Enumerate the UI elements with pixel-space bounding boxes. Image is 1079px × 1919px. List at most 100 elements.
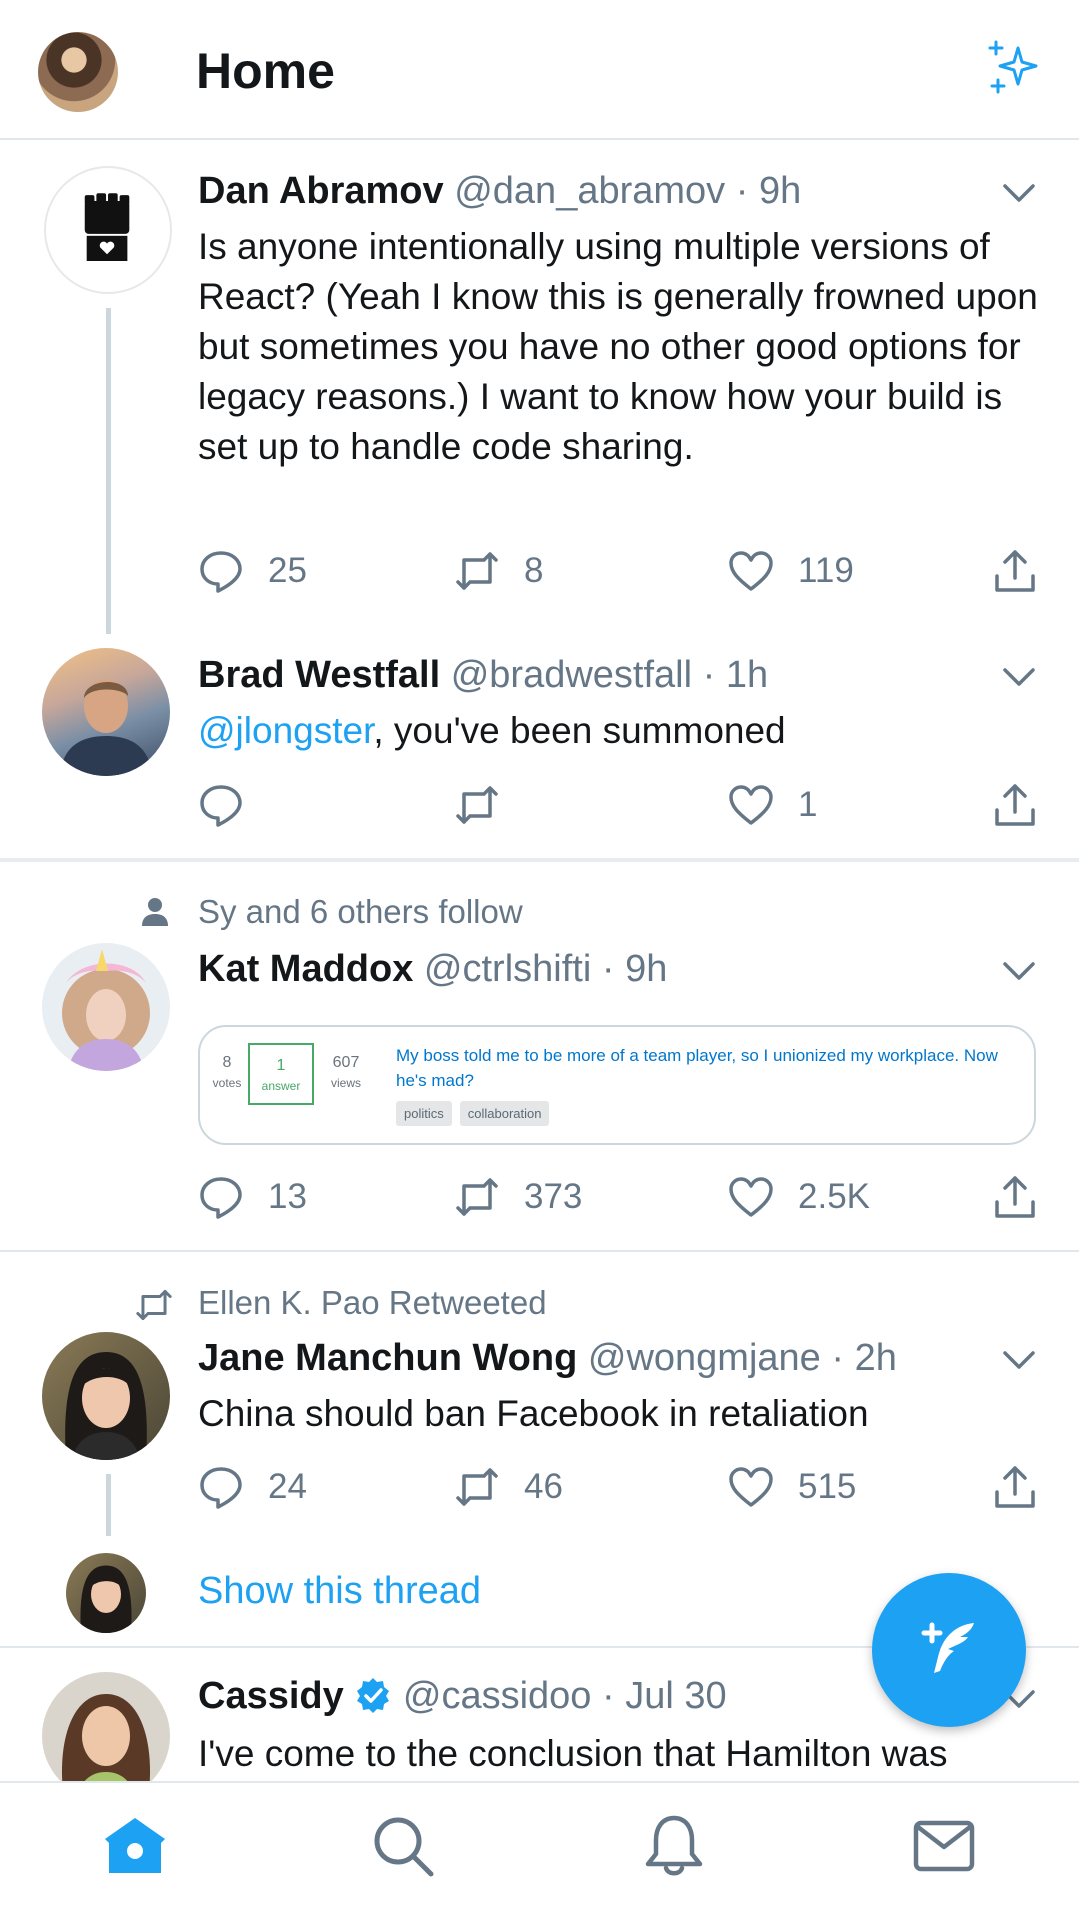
retweet-count: 8: [524, 551, 544, 590]
nav-notifications[interactable]: [637, 1809, 711, 1883]
tweet-text: I've come to the conclusion that Hamilto…: [198, 1733, 948, 1774]
like-count: 2.5K: [798, 1177, 870, 1216]
tweet-header: Jane Manchun Wong @wongmjane · 2h: [198, 1337, 897, 1379]
chevron-down-icon[interactable]: [1002, 960, 1036, 982]
share-button[interactable]: [992, 1172, 1038, 1222]
handle[interactable]: @dan_abramov: [454, 170, 725, 212]
timestamp[interactable]: 9h: [625, 948, 667, 990]
retweet-count: 373: [524, 1177, 583, 1216]
display-name[interactable]: Jane Manchun Wong: [198, 1337, 577, 1379]
tag-list: politics collaboration: [396, 1101, 550, 1126]
heart-icon: [729, 1177, 773, 1217]
like-button[interactable]: 515: [728, 1462, 856, 1512]
compose-feather-icon: [921, 1622, 974, 1673]
retweet-button[interactable]: 46: [454, 1462, 563, 1512]
reply-count: 13: [268, 1177, 307, 1216]
retweet-icon: [456, 1178, 498, 1216]
top-bar: Home: [0, 0, 1079, 140]
nav-messages[interactable]: [907, 1809, 981, 1883]
view-count: 607 views: [330, 1054, 361, 1090]
share-button[interactable]: [992, 546, 1038, 596]
reply-count: 25: [268, 551, 307, 590]
vote-count: 8 votes: [212, 1054, 242, 1090]
avatar-dan-abramov[interactable]: [44, 166, 172, 294]
retweet-button[interactable]: 8: [454, 546, 543, 596]
bottom-navigation: [0, 1781, 1079, 1919]
display-name[interactable]: Brad Westfall: [198, 654, 440, 696]
profile-avatar[interactable]: [38, 32, 118, 112]
retweet-icon: [136, 1289, 172, 1321]
tweet-header: Brad Westfall @bradwestfall · 1h: [198, 654, 769, 696]
retweet-count: 46: [524, 1467, 563, 1506]
search-icon: [374, 1817, 434, 1877]
tweet-header: Dan Abramov @dan_abramov · 9h: [198, 170, 802, 212]
tweet-actions: 1: [198, 780, 1038, 830]
share-icon: [995, 1466, 1035, 1508]
retweet-icon: [456, 786, 498, 824]
compose-tweet-button[interactable]: [872, 1573, 1026, 1727]
thread-avatar[interactable]: [66, 1553, 146, 1633]
sparkle-icon[interactable]: [984, 38, 1044, 98]
timestamp[interactable]: 2h: [855, 1337, 897, 1379]
timestamp[interactable]: 1h: [726, 654, 768, 696]
bell-icon: [645, 1815, 703, 1876]
mention-link[interactable]: @jlongster: [198, 710, 373, 751]
nav-home[interactable]: [98, 1809, 172, 1883]
show-thread-link[interactable]: Show this thread: [198, 1570, 481, 1613]
timestamp[interactable]: 9h: [759, 170, 801, 212]
chevron-down-icon[interactable]: [1002, 666, 1036, 688]
avatar-kat-maddox[interactable]: [42, 943, 170, 1071]
reply-icon: [200, 785, 242, 827]
chevron-down-icon[interactable]: [1002, 182, 1036, 204]
tweet-header: Kat Maddox @ctrlshifti · 9h: [198, 948, 668, 990]
reply-count: 24: [268, 1467, 307, 1506]
share-icon: [995, 784, 1035, 826]
answer-count: 1 answer: [248, 1043, 314, 1105]
display-name[interactable]: Cassidy: [198, 1675, 344, 1717]
reply-button[interactable]: 13: [198, 1172, 307, 1222]
like-count: 1: [798, 785, 818, 824]
handle[interactable]: @cassidoo: [403, 1675, 592, 1717]
retweet-context[interactable]: Ellen K. Pao Retweeted: [198, 1284, 547, 1322]
home-icon: [105, 1818, 165, 1873]
avatar-brad-westfall[interactable]: [42, 648, 170, 776]
timestamp[interactable]: Jul 30: [625, 1675, 726, 1717]
share-icon: [995, 550, 1035, 592]
heart-icon: [729, 1467, 773, 1507]
retweet-icon: [456, 552, 498, 590]
reply-button[interactable]: 25: [198, 546, 307, 596]
reply-icon: [200, 551, 242, 593]
retweet-button[interactable]: 373: [454, 1172, 582, 1222]
handle[interactable]: @ctrlshifti: [424, 948, 591, 990]
tag: politics: [396, 1101, 452, 1126]
like-button[interactable]: 2.5K: [728, 1172, 870, 1222]
reply-button[interactable]: 24: [198, 1462, 307, 1512]
thread-line: [106, 1474, 111, 1536]
avatar-jane-manchun-wong[interactable]: [42, 1332, 170, 1460]
fist-logo-icon: [84, 193, 130, 261]
embedded-image-card[interactable]: 8 votes 1 answer 607 views My boss told me …: [198, 1025, 1036, 1145]
page-title: Home: [196, 43, 335, 99]
conversation-divider: [0, 858, 1079, 862]
share-button[interactable]: [992, 780, 1038, 830]
display-name[interactable]: Kat Maddox: [198, 948, 413, 990]
handle[interactable]: @bradwestfall: [451, 654, 692, 696]
heart-icon: [729, 785, 773, 825]
tweet-text: China should ban Facebook in retaliation: [198, 1393, 869, 1434]
handle[interactable]: @wongmjane: [588, 1337, 821, 1379]
chevron-down-icon[interactable]: [1002, 1349, 1036, 1371]
share-button[interactable]: [992, 1462, 1038, 1512]
retweet-icon: [456, 1468, 498, 1506]
thread-line: [106, 308, 111, 634]
display-name[interactable]: Dan Abramov: [198, 170, 444, 212]
like-button[interactable]: 1: [728, 780, 817, 830]
reply-button[interactable]: [198, 780, 244, 830]
tweet-divider: [0, 1250, 1079, 1252]
nav-search[interactable]: [366, 1809, 440, 1883]
reply-icon: [200, 1177, 242, 1219]
like-count: 515: [798, 1467, 857, 1506]
retweet-button[interactable]: [454, 780, 500, 830]
tweet-actions: 25 8 119: [198, 546, 1038, 596]
social-context[interactable]: Sy and 6 others follow: [198, 893, 523, 931]
like-button[interactable]: 119: [728, 546, 854, 596]
